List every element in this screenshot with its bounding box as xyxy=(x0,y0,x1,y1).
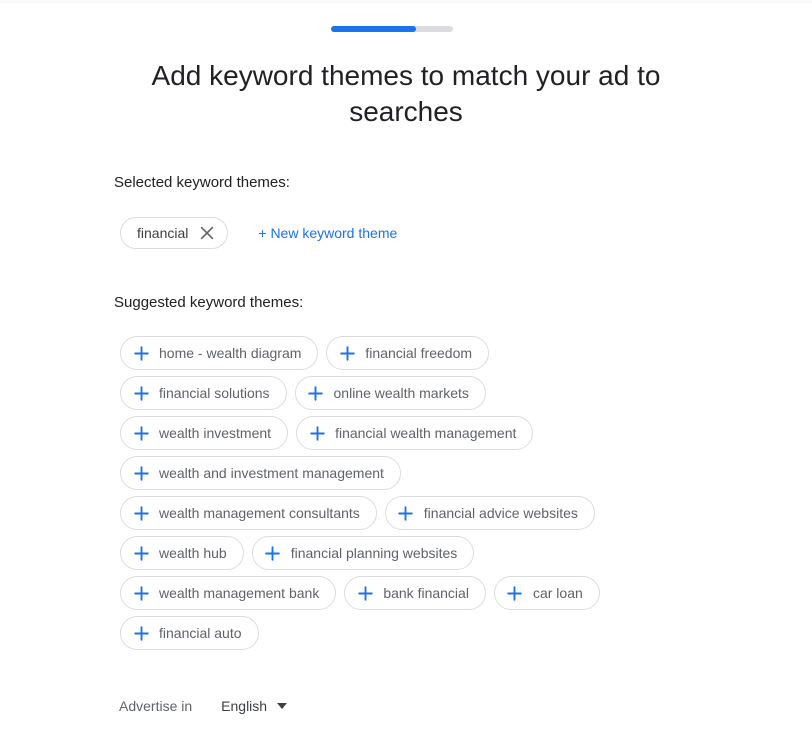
selected-chip-label: financial xyxy=(137,225,189,241)
plus-icon xyxy=(133,625,149,641)
language-select[interactable]: English xyxy=(221,696,288,716)
plus-icon xyxy=(133,585,149,601)
plus-icon xyxy=(133,385,149,401)
plus-icon xyxy=(507,585,523,601)
suggested-keyword-chip[interactable]: wealth and investment management xyxy=(120,456,401,490)
plus-icon xyxy=(339,345,355,361)
suggested-keyword-chip[interactable]: online wealth markets xyxy=(294,376,486,410)
setup-progress-bar xyxy=(331,26,453,32)
suggested-chip-label: bank financial xyxy=(383,585,469,601)
page-title: Add keyword themes to match your ad to s… xyxy=(151,60,661,127)
plus-icon xyxy=(133,425,149,441)
suggested-keyword-chip[interactable]: home - wealth diagram xyxy=(120,336,319,370)
suggested-chip-label: online wealth markets xyxy=(333,385,469,401)
advertise-in-label: Advertise in xyxy=(119,698,193,714)
new-keyword-theme-link[interactable]: + New keyword theme xyxy=(258,224,397,242)
plus-icon xyxy=(308,385,324,401)
suggested-chip-label: financial auto xyxy=(159,625,242,641)
plus-icon xyxy=(133,545,149,561)
suggested-chip-label: wealth and investment management xyxy=(159,465,384,481)
suggested-keyword-chip[interactable]: financial wealth management xyxy=(296,416,534,450)
selected-keyword-chip[interactable]: financial xyxy=(120,217,229,249)
plus-icon xyxy=(357,585,373,601)
suggested-chip-label: wealth management bank xyxy=(159,585,320,601)
language-value: English xyxy=(221,698,268,714)
suggested-keyword-chip[interactable]: wealth investment xyxy=(120,416,289,450)
page-root: Add keyword themes to match your ad to s… xyxy=(0,0,812,741)
suggested-keyword-chip[interactable]: financial freedom xyxy=(326,336,490,370)
plus-icon xyxy=(309,425,325,441)
selected-themes-label: Selected keyword themes: xyxy=(114,174,290,191)
suggested-keyword-chip[interactable]: bank financial xyxy=(344,576,486,610)
selected-themes-row: financial + New keyword theme xyxy=(120,217,397,249)
progress-fill xyxy=(331,26,417,32)
suggested-chip-label: wealth hub xyxy=(159,545,227,561)
suggested-keyword-chip[interactable]: wealth management bank xyxy=(120,576,337,610)
plus-icon xyxy=(265,545,281,561)
suggested-chip-label: financial advice websites xyxy=(423,505,578,521)
plus-icon xyxy=(133,465,149,481)
close-icon[interactable] xyxy=(198,224,216,242)
plus-icon xyxy=(133,505,149,521)
suggested-themes-label: Suggested keyword themes: xyxy=(114,294,304,311)
plus-icon xyxy=(133,345,149,361)
suggested-keyword-chip[interactable]: car loan xyxy=(493,576,600,610)
plus-icon xyxy=(398,505,414,521)
suggested-chip-label: wealth management consultants xyxy=(159,505,360,521)
suggested-keyword-chip[interactable]: financial planning websites xyxy=(251,536,475,570)
suggested-chip-label: home - wealth diagram xyxy=(159,345,302,361)
advertise-language-row: Advertise in English xyxy=(119,696,288,716)
top-divider xyxy=(0,0,812,3)
suggested-keyword-chip[interactable]: wealth management consultants xyxy=(120,496,377,530)
suggested-keyword-chip[interactable]: financial solutions xyxy=(120,376,287,410)
suggested-chip-label: financial planning websites xyxy=(290,545,458,561)
suggested-chip-label: financial wealth management xyxy=(335,425,517,441)
suggested-keyword-chip[interactable]: financial advice websites xyxy=(384,496,595,530)
suggested-chip-label: financial freedom xyxy=(365,345,473,361)
chevron-down-icon xyxy=(276,700,288,712)
suggested-chip-label: financial solutions xyxy=(159,385,270,401)
suggested-keyword-chip[interactable]: wealth hub xyxy=(120,536,244,570)
suggested-chip-label: car loan xyxy=(532,585,583,601)
suggested-keyword-chip[interactable]: financial auto xyxy=(120,616,259,650)
suggested-chip-label: wealth investment xyxy=(159,425,272,441)
suggested-themes-list: home - wealth diagram financial freedom fi… xyxy=(120,336,660,650)
